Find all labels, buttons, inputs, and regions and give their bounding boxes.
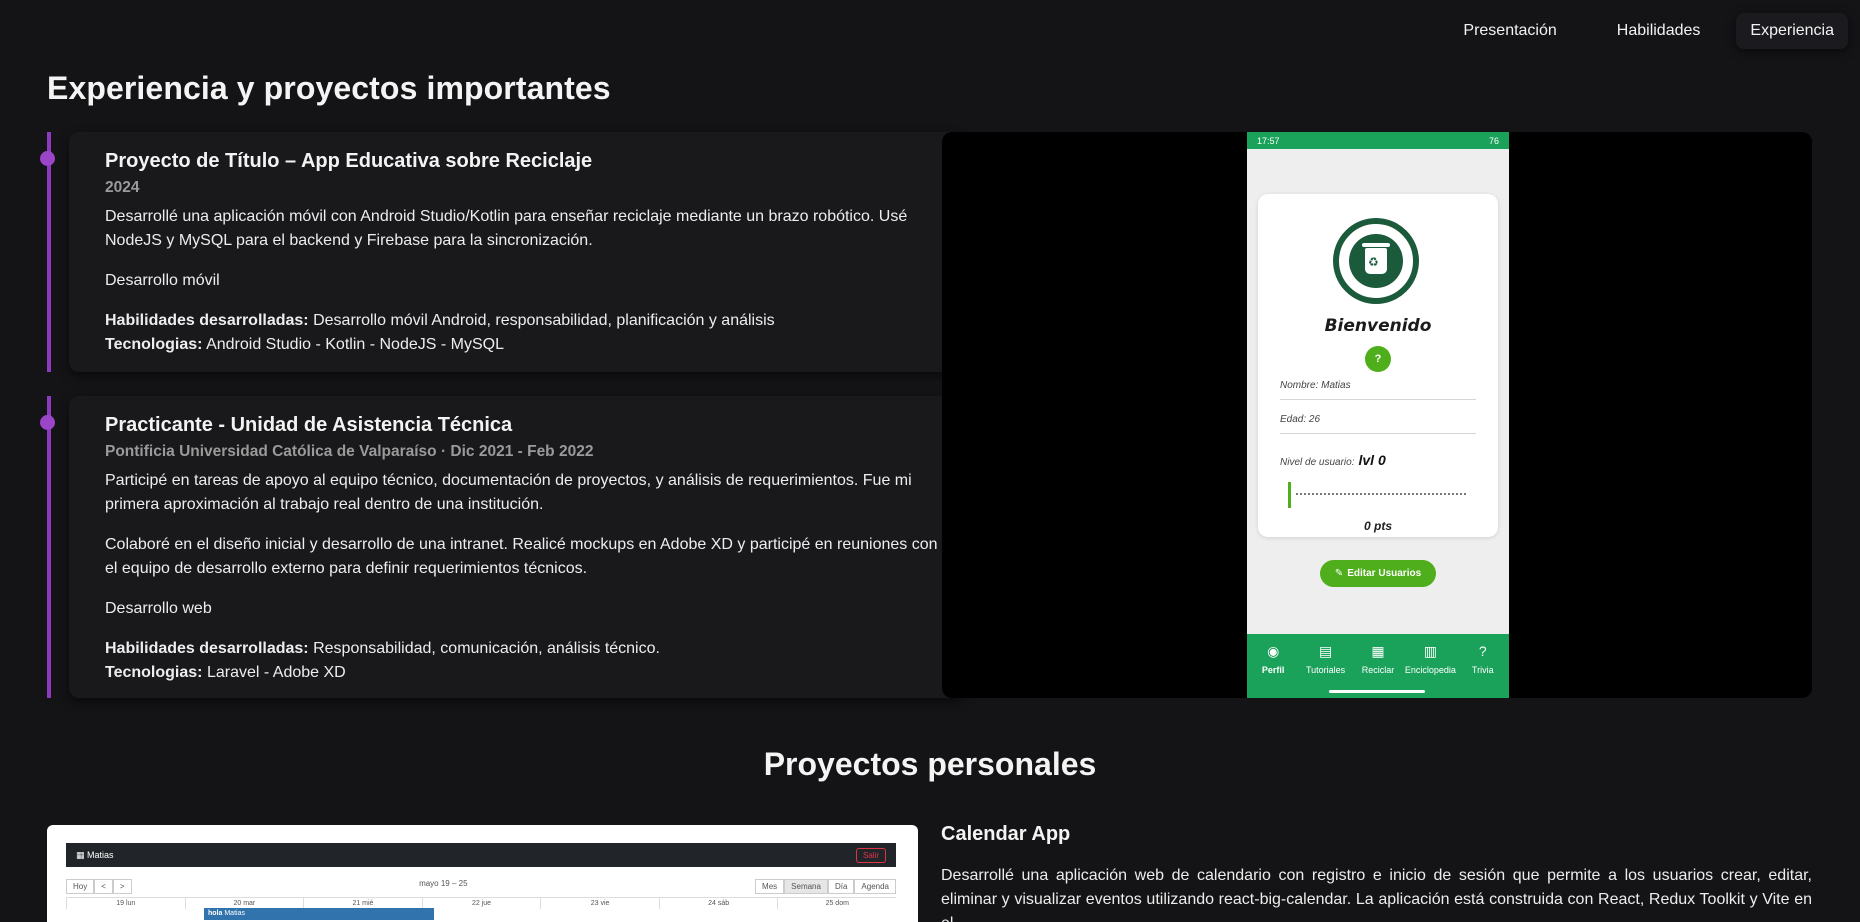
experience-tech: Tecnologias: Laravel - Adobe XD — [105, 661, 947, 685]
phone-home-indicator — [1329, 690, 1425, 693]
calendar-app-screenshot: ▦ Matias Salir Hoy < > mayo 19 – 25 Mes … — [47, 825, 918, 922]
experience-description: Participé en tareas de apoyo al equipo t… — [105, 472, 912, 513]
points-value: 0 pts — [1363, 519, 1392, 533]
next-button: > — [112, 879, 132, 894]
timeline-line — [47, 132, 51, 372]
tech-value: Android Studio - Kotlin - NodeJS - MySQL — [206, 336, 504, 353]
skills-value: Responsabilidad, comunicación, análisis … — [313, 640, 660, 657]
demo-video-player[interactable]: 17:57 76 ♻ Bienvenido ? Nombre: Matias E… — [942, 132, 1812, 698]
experience-org-date: Pontificia Universidad Católica de Valpa… — [105, 443, 594, 460]
status-time: 17:57 — [1257, 135, 1280, 146]
question-icon: ? — [1478, 643, 1487, 659]
experience-skills: Habilidades desarrolladas: Desarrollo mó… — [105, 309, 947, 333]
calendar-range: mayo 19 – 25 — [419, 879, 468, 888]
profile-card: ♻ Bienvenido ? Nombre: Matias Edad: 26 N… — [1258, 194, 1498, 537]
view-agenda: Agenda — [854, 879, 896, 894]
edit-icon: ✎ — [1334, 568, 1344, 579]
edit-users-label: Editar Usuarios — [1347, 568, 1422, 579]
calendar-day-headers: 19 lun 20 mar 21 mié 22 jue 23 vie 24 sá… — [66, 897, 896, 909]
experience-section-title: Experiencia y proyectos importantes — [47, 70, 611, 106]
timeline-dot — [40, 151, 55, 166]
experience-category: Desarrollo móvil — [105, 272, 220, 289]
timeline-line — [47, 396, 51, 698]
prev-button: < — [94, 879, 113, 894]
top-nav: Presentación Habilidades Experiencia — [1439, 10, 1848, 52]
tech-value: Laravel - Adobe XD — [206, 664, 346, 681]
phone-screen: 17:57 76 ♻ Bienvenido ? Nombre: Matias E… — [1247, 132, 1509, 698]
project-description: Desarrollé una aplicación web de calenda… — [941, 867, 1812, 922]
status-battery: 76 — [1488, 135, 1499, 146]
project-info: Calendar App Desarrollé una aplicación w… — [941, 823, 1812, 922]
help-icon: ? — [1365, 346, 1391, 372]
profile-icon: ◉ — [1267, 643, 1280, 659]
nav-link-experiencia[interactable]: Experiencia — [1736, 13, 1848, 49]
bottom-nav-perfil: ◉ Perfil — [1247, 641, 1299, 698]
bottom-nav-trivia: ? Trivia — [1457, 641, 1509, 698]
nav-link-habilidades[interactable]: Habilidades — [1593, 10, 1725, 52]
tech-label: Tecnologias: — [105, 336, 203, 353]
calendar-toolbar: Hoy < > mayo 19 – 25 Mes Semana Día Agen… — [66, 879, 896, 894]
skills-label: Habilidades desarrolladas: — [105, 640, 309, 657]
qr-code-icon: ▦ — [1371, 643, 1385, 659]
project-name: Calendar App — [941, 823, 1071, 845]
edit-users-button: ✎ Editar Usuarios — [1320, 560, 1436, 587]
graduation-cap-icon: ▤ — [1318, 643, 1333, 659]
tech-label: Tecnologias: — [105, 664, 203, 681]
logout-button: Salir — [855, 847, 886, 863]
phone-bottom-nav: ◉ Perfil ▤ Tutoriales ▦ Reciclar ▥ Enciclope… — [1247, 634, 1509, 698]
experience-title: Proyecto de Título – App Educativa sobre… — [105, 150, 593, 172]
experience-description: Desarrollé una aplicación móvil con Andr… — [105, 208, 908, 249]
calendar-event: hola Matias — [204, 908, 434, 920]
book-icon: ▥ — [1423, 643, 1437, 659]
level-value: lvl 0 — [1358, 452, 1386, 468]
welcome-heading: Bienvenido — [1324, 316, 1432, 336]
experience-title: Practicante - Unidad de Asistencia Técni… — [105, 414, 513, 436]
phone-status-bar: 17:57 76 — [1247, 132, 1509, 149]
timeline-dot — [40, 415, 55, 430]
experience-card: Practicante - Unidad de Asistencia Técni… — [40, 396, 963, 698]
age-field: Edad: 26 — [1280, 414, 1476, 434]
nav-link-presentacion[interactable]: Presentación — [1439, 10, 1580, 52]
experience-category: Desarrollo web — [105, 600, 212, 617]
level-progress-bar — [1288, 482, 1468, 508]
level-label: Nivel de usuario: — [1280, 457, 1355, 468]
view-month: Mes — [755, 879, 785, 894]
experience-card: Proyecto de Título – App Educativa sobre… — [40, 132, 963, 372]
view-day: Día — [827, 879, 855, 894]
calendar-user: ▦ Matias — [76, 849, 114, 860]
experience-date: 2024 — [105, 179, 140, 196]
experience-skills: Habilidades desarrolladas: Responsabilid… — [105, 637, 947, 661]
calendar-navbar: ▦ Matias Salir — [66, 843, 896, 867]
name-field: Nombre: Matias — [1280, 380, 1476, 400]
personal-projects-title: Proyectos personales — [763, 746, 1097, 782]
recycle-bin-logo-icon: ♻ — [1333, 218, 1419, 304]
user-level: Nivel de usuario: lvl 0 — [1280, 452, 1386, 468]
experience-description-2: Colaboré en el diseño inicial y desarrol… — [105, 536, 938, 577]
experience-tech: Tecnologias: Android Studio - Kotlin - N… — [105, 333, 947, 357]
skills-value: Desarrollo móvil Android, responsabilida… — [313, 312, 775, 329]
today-button: Hoy — [66, 879, 95, 894]
view-week: Semana — [784, 879, 828, 894]
skills-label: Habilidades desarrolladas: — [105, 312, 309, 329]
calendar-icon: ▦ — [76, 849, 85, 860]
